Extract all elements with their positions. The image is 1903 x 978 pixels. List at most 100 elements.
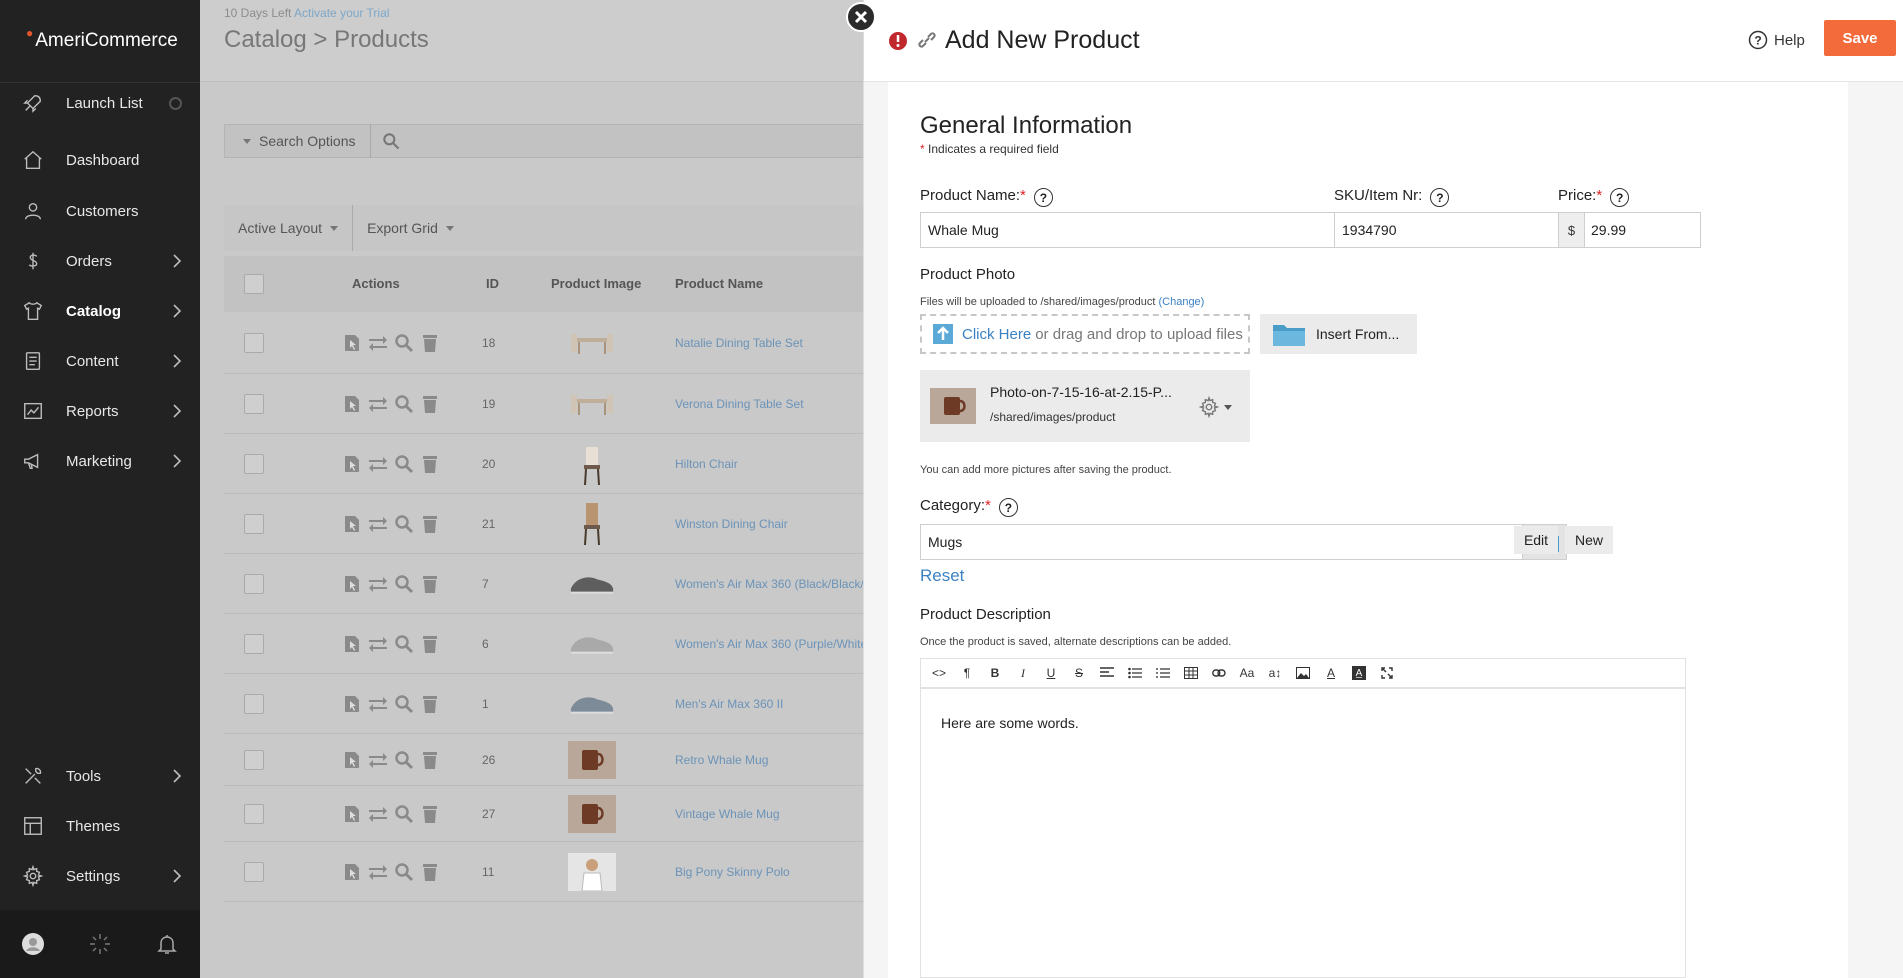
transfer-icon[interactable] bbox=[368, 574, 388, 594]
price-input[interactable] bbox=[1585, 213, 1700, 247]
sidebar-item-orders[interactable]: Orders bbox=[0, 241, 200, 281]
trash-icon[interactable] bbox=[420, 394, 440, 414]
help-question-icon[interactable]: ? bbox=[1610, 188, 1630, 207]
edit-icon[interactable] bbox=[342, 862, 362, 882]
search-icon[interactable] bbox=[394, 514, 414, 534]
align-button[interactable] bbox=[1093, 659, 1121, 687]
reset-category-link[interactable]: Reset bbox=[920, 566, 964, 586]
search-icon[interactable] bbox=[394, 804, 414, 824]
trash-icon[interactable] bbox=[420, 750, 440, 770]
edit-icon[interactable] bbox=[342, 394, 362, 414]
edit-icon[interactable] bbox=[342, 634, 362, 654]
row-checkbox[interactable] bbox=[244, 804, 264, 824]
font-size-button[interactable]: Aa bbox=[1233, 659, 1261, 687]
search-icon[interactable] bbox=[394, 694, 414, 714]
search-icon[interactable] bbox=[394, 333, 414, 353]
edit-icon[interactable] bbox=[342, 514, 362, 534]
product-name-link[interactable]: Natalie Dining Table Set bbox=[675, 336, 803, 350]
code-view-button[interactable]: <> bbox=[925, 659, 953, 687]
search-icon[interactable] bbox=[394, 750, 414, 770]
edit-icon[interactable] bbox=[342, 804, 362, 824]
underline-button[interactable]: U bbox=[1037, 659, 1065, 687]
table-button[interactable] bbox=[1177, 659, 1205, 687]
alert-icon[interactable] bbox=[888, 31, 908, 51]
row-checkbox[interactable] bbox=[244, 694, 264, 714]
table-row[interactable]: 7 Women's Air Max 360 (Black/Black/S bbox=[224, 554, 924, 614]
link-icon[interactable] bbox=[915, 28, 939, 52]
product-thumbnail[interactable] bbox=[568, 385, 616, 423]
product-name-link[interactable]: Hilton Chair bbox=[675, 457, 738, 471]
transfer-icon[interactable] bbox=[368, 333, 388, 353]
product-name-link[interactable]: Women's Air Max 360 (Black/Black/S bbox=[675, 577, 872, 591]
row-checkbox[interactable] bbox=[244, 862, 264, 882]
product-name-link[interactable]: Women's Air Max 360 (Purple/White bbox=[675, 637, 867, 651]
sidebar-item-dashboard[interactable]: Dashboard bbox=[0, 140, 200, 180]
sidebar-item-reports[interactable]: Reports bbox=[0, 391, 200, 431]
transfer-icon[interactable] bbox=[368, 394, 388, 414]
sidebar-item-tools[interactable]: Tools bbox=[0, 756, 200, 796]
help-question-icon[interactable]: ? bbox=[1033, 188, 1053, 207]
bold-button[interactable]: B bbox=[981, 659, 1009, 687]
search-icon[interactable] bbox=[394, 574, 414, 594]
row-checkbox[interactable] bbox=[244, 514, 264, 534]
transfer-icon[interactable] bbox=[368, 804, 388, 824]
table-row[interactable]: 27 Vintage Whale Mug bbox=[224, 786, 924, 842]
table-row[interactable]: 18 Natalie Dining Table Set bbox=[224, 312, 924, 374]
search-icon[interactable] bbox=[394, 634, 414, 654]
search-icon[interactable] bbox=[394, 394, 414, 414]
trash-icon[interactable] bbox=[420, 862, 440, 882]
edit-category-button[interactable]: Edit bbox=[1514, 526, 1558, 554]
transfer-icon[interactable] bbox=[368, 634, 388, 654]
search-icon[interactable] bbox=[381, 131, 401, 151]
image-button[interactable] bbox=[1289, 659, 1317, 687]
table-row[interactable]: 26 Retro Whale Mug bbox=[224, 734, 924, 786]
trash-icon[interactable] bbox=[420, 454, 440, 474]
row-checkbox[interactable] bbox=[244, 634, 264, 654]
product-thumbnail[interactable] bbox=[568, 625, 616, 663]
product-name-link[interactable]: Men's Air Max 360 II bbox=[675, 697, 783, 711]
category-input[interactable] bbox=[921, 525, 1522, 559]
brand-logo[interactable]: ● AmeriCommerce bbox=[0, 0, 200, 83]
font-color-button[interactable]: A bbox=[1317, 659, 1345, 687]
sidebar-item-catalog[interactable]: Catalog bbox=[0, 291, 200, 331]
insert-from-button[interactable]: Insert From... bbox=[1260, 314, 1417, 354]
product-thumbnail[interactable] bbox=[568, 324, 616, 362]
product-name-link[interactable]: Big Pony Skinny Polo bbox=[675, 865, 790, 879]
edit-icon[interactable] bbox=[342, 574, 362, 594]
product-thumbnail[interactable] bbox=[568, 853, 616, 891]
strikethrough-button[interactable]: S bbox=[1065, 659, 1093, 687]
table-row[interactable]: 20 Hilton Chair bbox=[224, 434, 924, 494]
edit-icon[interactable] bbox=[342, 454, 362, 474]
search-options-dropdown[interactable]: Search Options bbox=[225, 124, 371, 158]
sidebar-item-themes[interactable]: Themes bbox=[0, 806, 200, 846]
paragraph-button[interactable]: ¶ bbox=[953, 659, 981, 687]
save-button[interactable]: Save bbox=[1824, 20, 1896, 56]
spinner-icon[interactable] bbox=[88, 932, 112, 956]
transfer-icon[interactable] bbox=[368, 514, 388, 534]
product-thumbnail[interactable] bbox=[568, 565, 616, 603]
click-here-link[interactable]: Click Here bbox=[962, 326, 1031, 343]
fullscreen-button[interactable] bbox=[1373, 659, 1401, 687]
italic-button[interactable]: I bbox=[1009, 659, 1037, 687]
link-button[interactable] bbox=[1205, 659, 1233, 687]
close-panel-button[interactable] bbox=[846, 2, 876, 32]
transfer-icon[interactable] bbox=[368, 454, 388, 474]
upload-dropzone[interactable]: Click Here or drag and drop to upload fi… bbox=[920, 314, 1250, 354]
product-name-input[interactable] bbox=[920, 212, 1384, 248]
transfer-icon[interactable] bbox=[368, 694, 388, 714]
select-all-checkbox[interactable] bbox=[244, 274, 264, 294]
avatar-icon[interactable] bbox=[21, 932, 45, 956]
new-category-button[interactable]: New bbox=[1565, 526, 1613, 554]
row-checkbox[interactable] bbox=[244, 333, 264, 353]
search-icon[interactable] bbox=[394, 862, 414, 882]
trash-icon[interactable] bbox=[420, 804, 440, 824]
help-question-icon[interactable]: ? bbox=[1430, 188, 1450, 207]
product-name-link[interactable]: Winston Dining Chair bbox=[675, 517, 788, 531]
numbered-list-button[interactable] bbox=[1149, 659, 1177, 687]
transfer-icon[interactable] bbox=[368, 862, 388, 882]
description-editor[interactable]: Here are some words. bbox=[920, 688, 1686, 978]
export-grid-dropdown[interactable]: Export Grid bbox=[353, 205, 468, 251]
trash-icon[interactable] bbox=[420, 333, 440, 353]
help-question-icon[interactable]: ? bbox=[998, 498, 1018, 517]
row-checkbox[interactable] bbox=[244, 394, 264, 414]
